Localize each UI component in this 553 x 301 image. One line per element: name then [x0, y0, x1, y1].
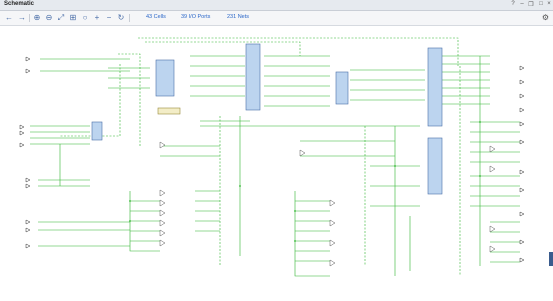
forward-icon[interactable]: →: [17, 13, 27, 23]
io-ports-count-link[interactable]: 39 I/O Ports: [181, 14, 210, 20]
back-icon[interactable]: ←: [4, 13, 14, 23]
schematic-drawing: [19, 37, 525, 277]
zoom-in-icon[interactable]: ⊕: [32, 13, 42, 23]
schematic-canvas[interactable]: [0, 26, 553, 296]
cell[interactable]: [157, 107, 181, 115]
cell[interactable]: [427, 47, 443, 127]
buffer-gates: [159, 141, 496, 267]
refresh-icon[interactable]: ↻: [116, 13, 126, 23]
side-panel-tab[interactable]: [549, 252, 553, 266]
cell[interactable]: [245, 43, 261, 111]
cells-count-link[interactable]: 43 Cells: [146, 14, 166, 20]
zoom-area-icon[interactable]: ⊞: [68, 13, 78, 23]
minus-icon[interactable]: −: [104, 13, 114, 23]
nets-count-link[interactable]: 231 Nets: [227, 14, 249, 20]
zoom-out-icon[interactable]: ⊖: [44, 13, 54, 23]
cell[interactable]: [91, 121, 103, 141]
cell[interactable]: [335, 71, 349, 105]
cell[interactable]: [155, 59, 175, 97]
select-icon[interactable]: ○: [80, 13, 90, 23]
toolbar-divider: [129, 14, 130, 22]
schematic-cells: [91, 43, 443, 195]
maximize-icon[interactable]: □: [537, 1, 545, 7]
restore-icon[interactable]: ❐: [527, 1, 535, 8]
window-title: Schematic: [4, 1, 35, 7]
fit-icon[interactable]: ⤢: [56, 13, 66, 23]
close-icon[interactable]: ×: [545, 1, 553, 7]
add-icon[interactable]: +: [92, 13, 102, 23]
nets: [30, 37, 520, 277]
window-titlebar: Schematic ? – ❐ □ ×: [0, 0, 553, 11]
toolbar-divider: [29, 14, 30, 22]
schematic-toolbar: ← → ⊕ ⊖ ⤢ ⊞ ○ + − ↻ 43 Cells 39 I/O Port…: [0, 11, 553, 26]
minimize-icon[interactable]: –: [518, 1, 526, 7]
gear-icon[interactable]: ⚙: [542, 13, 549, 22]
cell[interactable]: [427, 137, 443, 195]
help-icon[interactable]: ?: [509, 1, 517, 7]
